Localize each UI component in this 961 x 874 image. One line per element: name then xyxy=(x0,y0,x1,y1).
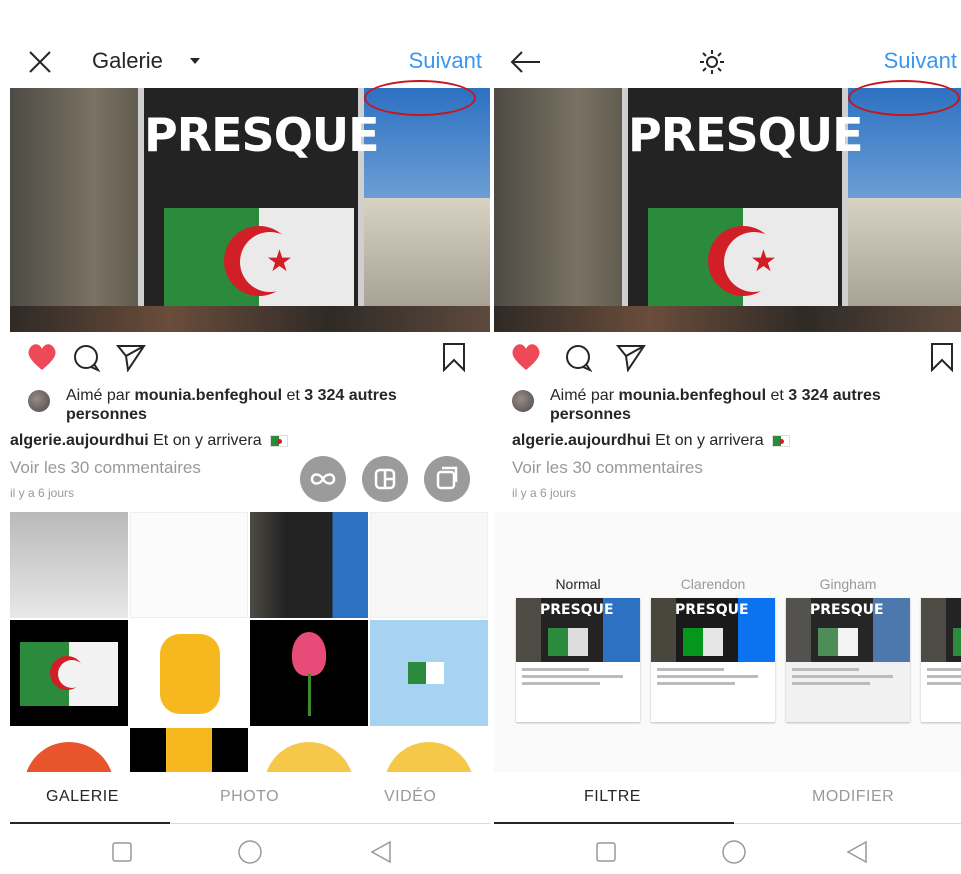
post-photo: PRESQUE ★ xyxy=(10,88,490,332)
bookmark-icon[interactable] xyxy=(442,342,466,372)
tab-divider xyxy=(170,823,490,824)
recent-apps-icon[interactable] xyxy=(112,842,132,862)
next-button[interactable]: Suivant xyxy=(884,48,957,74)
likes-text: Aimé par mounia.benfeghoul et 3 324 autr… xyxy=(66,387,397,423)
back-icon[interactable] xyxy=(846,840,868,864)
post-actions xyxy=(10,340,490,380)
filter-label-clarendon: Clarendon xyxy=(680,576,746,592)
infinity-icon xyxy=(310,473,336,485)
next-button[interactable]: Suivant xyxy=(409,48,482,74)
filter-label-normal: Normal xyxy=(555,576,601,592)
active-tab-indicator xyxy=(494,822,734,824)
photo-text: PRESQUE xyxy=(144,108,380,162)
back-arrow-icon[interactable] xyxy=(508,50,542,74)
gallery-grid xyxy=(10,512,490,774)
screenshot-pair: Galerie Suivant PRESQUE ★ Aimé par mouni… xyxy=(0,0,961,874)
likes-text: Aimé par mounia.benfeghoul et 3 324 autr… xyxy=(550,387,881,423)
filter-thumb-clarendon[interactable]: PRESQUE xyxy=(651,598,775,722)
gallery-thumb[interactable] xyxy=(250,512,368,618)
multi-select-button[interactable] xyxy=(424,456,470,502)
layout-button[interactable] xyxy=(362,456,408,502)
comment-icon[interactable] xyxy=(564,344,592,372)
highlight-circle xyxy=(364,80,476,116)
chevron-down-icon[interactable] xyxy=(190,58,200,64)
bookmark-icon[interactable] xyxy=(930,342,954,372)
gallery-thumb[interactable] xyxy=(10,512,128,618)
multi-select-icon xyxy=(436,466,458,490)
tab-photo[interactable]: PHOTO xyxy=(220,788,279,806)
tab-gallery[interactable]: GALERIE xyxy=(46,788,119,806)
mode-tabs: GALERIE PHOTO VIDÉO xyxy=(10,772,490,824)
tab-divider xyxy=(734,823,961,824)
filter-thumb-normal[interactable]: PRESQUE xyxy=(516,598,640,722)
gallery-thumb[interactable] xyxy=(10,620,128,726)
gallery-thumb[interactable] xyxy=(130,512,248,618)
gallery-screen: Galerie Suivant PRESQUE ★ Aimé par mouni… xyxy=(10,0,490,874)
home-icon[interactable] xyxy=(722,840,746,864)
gallery-thumb[interactable] xyxy=(250,620,368,726)
heart-icon[interactable] xyxy=(510,342,542,372)
comment-icon[interactable] xyxy=(72,344,100,372)
android-nav-bar xyxy=(10,826,490,874)
gallery-thumb[interactable] xyxy=(130,728,248,774)
layout-icon xyxy=(374,468,396,490)
post-photo: PRESQUE ★ xyxy=(494,88,961,332)
gallery-thumb[interactable] xyxy=(370,620,488,726)
share-icon[interactable] xyxy=(616,342,646,372)
close-icon[interactable] xyxy=(28,50,52,74)
editor-tabs: FILTRE MODIFIER xyxy=(494,772,961,824)
avatar xyxy=(28,390,50,412)
tab-filter[interactable]: FILTRE xyxy=(584,788,641,806)
flag-emoji xyxy=(270,434,289,447)
filter-label-gingham: Gingham xyxy=(819,576,877,592)
filter-thumb-text: PRESQUE xyxy=(675,602,749,618)
heart-icon[interactable] xyxy=(26,342,58,372)
gallery-title[interactable]: Galerie xyxy=(92,48,163,74)
flag-emoji xyxy=(772,434,791,447)
gallery-thumb[interactable] xyxy=(370,728,488,774)
highlight-circle xyxy=(848,80,960,116)
view-comments-link[interactable]: Voir les 30 commentaires xyxy=(10,458,201,478)
filter-thumb-next[interactable] xyxy=(921,598,961,722)
timestamp: il y a 6 jours xyxy=(512,486,577,500)
filter-thumb-text: PRESQUE xyxy=(540,602,614,618)
filter-strip: Normal PRESQUE Clarendon PRESQUE Gingham… xyxy=(494,512,961,772)
tab-video[interactable]: VIDÉO xyxy=(384,788,436,806)
share-icon[interactable] xyxy=(116,342,146,372)
filter-thumb-gingham[interactable]: PRESQUE xyxy=(786,598,910,722)
post-actions xyxy=(494,340,961,380)
tab-edit[interactable]: MODIFIER xyxy=(812,788,894,806)
gallery-thumb[interactable] xyxy=(130,620,248,726)
recent-apps-icon[interactable] xyxy=(596,842,616,862)
view-comments-link[interactable]: Voir les 30 commentaires xyxy=(512,458,703,478)
caption: algerie.aujourdhui Et on y arrivera xyxy=(10,432,289,450)
gallery-thumb[interactable] xyxy=(370,512,488,618)
caption: algerie.aujourdhui Et on y arrivera xyxy=(512,432,791,450)
boomerang-button[interactable] xyxy=(300,456,346,502)
filter-screen: Suivant PRESQUE ★ Aimé par mounia.benfeg… xyxy=(494,0,961,874)
home-icon[interactable] xyxy=(238,840,262,864)
gallery-thumb[interactable] xyxy=(250,728,368,774)
back-icon[interactable] xyxy=(370,840,392,864)
gallery-thumb[interactable] xyxy=(10,728,128,774)
timestamp: il y a 6 jours xyxy=(10,486,75,500)
filter-thumb-text: PRESQUE xyxy=(810,602,884,618)
avatar xyxy=(512,390,534,412)
active-tab-indicator xyxy=(10,822,170,824)
photo-text: PRESQUE xyxy=(628,108,864,162)
brightness-icon[interactable] xyxy=(698,48,726,76)
android-nav-bar xyxy=(494,826,961,874)
